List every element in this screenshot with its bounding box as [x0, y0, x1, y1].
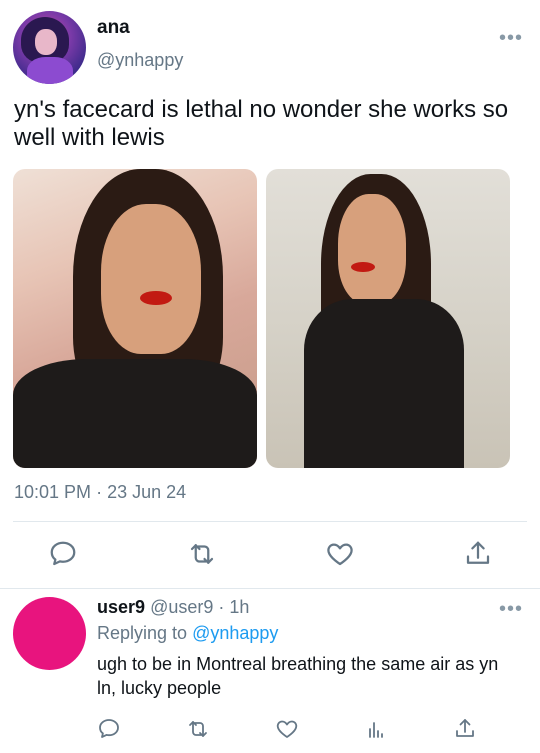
replying-to: Replying to @ynhappy — [97, 623, 278, 644]
tweet-time: 10:01 PM — [14, 482, 92, 502]
like-icon[interactable] — [275, 717, 299, 741]
reply-text: ugh to be in Montreal breathing the same… — [97, 654, 499, 698]
photo-face — [338, 194, 406, 304]
photo-coat — [13, 359, 257, 468]
photo-coat — [304, 299, 464, 468]
divider — [13, 521, 527, 522]
reply-icon[interactable] — [97, 717, 121, 741]
photo-lips — [140, 291, 172, 305]
avatar-dress — [27, 57, 73, 84]
tweet-photo-1[interactable] — [13, 169, 257, 468]
photo-lips — [351, 262, 375, 272]
avatar[interactable] — [13, 11, 86, 84]
display-name[interactable]: ana — [97, 17, 130, 39]
reply-separator: · — [218, 597, 225, 617]
share-icon[interactable] — [453, 717, 477, 741]
reply-header: user9 @user9 · 1h — [97, 597, 249, 618]
tweet-timestamp[interactable]: 10:01 PM · 23 Jun 24 — [14, 482, 186, 503]
replying-label: Replying to — [97, 623, 188, 643]
like-icon[interactable] — [325, 539, 355, 569]
avatar-face — [35, 29, 57, 55]
photo-face — [101, 204, 201, 354]
reply-avatar[interactable] — [13, 597, 86, 670]
reply-age[interactable]: 1h — [229, 597, 249, 617]
divider — [0, 588, 540, 589]
share-icon[interactable] — [463, 539, 493, 569]
retweet-icon[interactable] — [186, 717, 210, 741]
tweet-photo-2[interactable] — [266, 169, 510, 468]
reply-handle[interactable]: @user9 — [150, 597, 213, 617]
reply-icon[interactable] — [48, 539, 78, 569]
retweet-icon[interactable] — [187, 539, 217, 569]
tweet-date: 23 Jun 24 — [107, 482, 187, 502]
more-options-icon[interactable]: ••• — [499, 28, 523, 48]
replying-mention[interactable]: @ynhappy — [192, 623, 278, 643]
reply-display-name[interactable]: user9 — [97, 597, 145, 617]
tweet-text: yn's facecard is lethal no wonder she wo… — [14, 96, 509, 151]
timestamp-separator: · — [96, 482, 103, 502]
user-handle[interactable]: @ynhappy — [97, 50, 183, 71]
more-options-icon[interactable]: ••• — [499, 599, 523, 619]
analytics-icon[interactable] — [364, 717, 388, 741]
